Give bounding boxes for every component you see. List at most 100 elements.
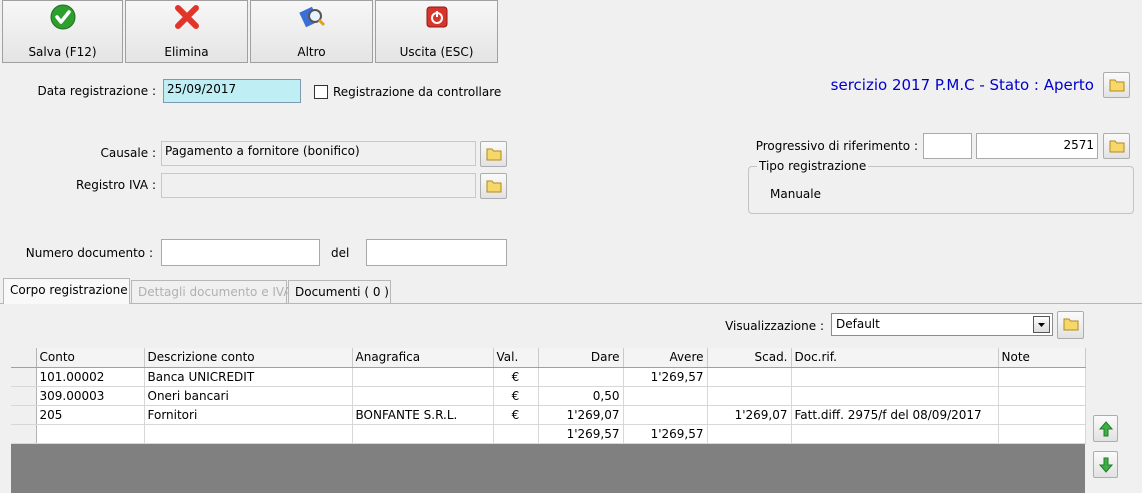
grid-empty-area xyxy=(11,444,1085,493)
cell-anagrafica[interactable] xyxy=(352,367,494,387)
column-header[interactable]: Note xyxy=(998,348,1086,368)
tipo-registrazione-value: Manuale xyxy=(770,187,821,201)
causale-field[interactable]: Pagamento a fornitore (bonifico) xyxy=(161,141,476,166)
row-selector-header xyxy=(11,348,37,368)
save-button[interactable]: Salva (F12) xyxy=(2,0,123,63)
totals-empty xyxy=(707,424,792,444)
del-date-input[interactable] xyxy=(366,239,507,266)
cell-scad[interactable] xyxy=(707,386,792,406)
other-label: Altro xyxy=(297,45,326,59)
total-avere: 1'269,57 xyxy=(623,424,708,444)
row-selector[interactable] xyxy=(11,367,37,387)
cell-avere[interactable] xyxy=(623,405,708,425)
totals-row: 1'269,57 1'269,57 xyxy=(11,424,1086,444)
arrow-up-icon xyxy=(1099,421,1113,437)
progressivo-folder-button[interactable] xyxy=(1103,133,1130,159)
cell-dare[interactable]: 0,50 xyxy=(538,386,624,406)
progressivo-input[interactable]: 2571 xyxy=(976,133,1098,159)
cell-docrif[interactable] xyxy=(791,386,999,406)
data-label: Data registrazione : xyxy=(37,84,156,98)
registro-label: Registro IVA : xyxy=(76,178,156,192)
controllare-label: Registrazione da controllare xyxy=(333,85,502,99)
causale-label: Causale : xyxy=(100,146,156,160)
tab-dettagli-documento[interactable]: Dettagli documento e IVA xyxy=(131,280,292,303)
folder-icon xyxy=(1109,79,1125,92)
folder-icon xyxy=(1063,318,1079,331)
tipo-registrazione-title: Tipo registrazione xyxy=(757,159,869,173)
search-book-icon xyxy=(298,3,326,31)
controllare-checkbox[interactable] xyxy=(314,85,328,99)
totals-empty xyxy=(493,424,539,444)
visualizzazione-folder-button[interactable] xyxy=(1057,311,1084,339)
progressivo-prefix-input[interactable] xyxy=(923,133,972,159)
column-header[interactable]: Val. xyxy=(493,348,539,368)
cell-note[interactable] xyxy=(998,405,1086,425)
cell-docrif[interactable] xyxy=(791,367,999,387)
column-header[interactable]: Conto xyxy=(36,348,145,368)
totals-empty xyxy=(144,424,353,444)
table-row[interactable]: 101.00002 Banca UNICREDIT € 1'269,57 xyxy=(11,367,1086,387)
cell-dare[interactable]: 1'269,07 xyxy=(538,405,624,425)
delete-x-icon xyxy=(173,3,201,31)
table-row[interactable]: 309.00003 Oneri bancari € 0,50 xyxy=(11,386,1086,406)
cell-anagrafica[interactable] xyxy=(352,386,494,406)
column-header[interactable]: Anagrafica xyxy=(352,348,494,368)
row-selector[interactable] xyxy=(11,386,37,406)
cell-anagrafica[interactable]: BONFANTE S.R.L. xyxy=(352,405,494,425)
move-down-button[interactable] xyxy=(1093,451,1118,478)
row-selector xyxy=(11,424,37,444)
totals-empty xyxy=(998,424,1086,444)
grid-header: Conto Descrizione conto Anagrafica Val. … xyxy=(11,348,1086,368)
column-header[interactable]: Dare xyxy=(538,348,624,368)
visualizzazione-select[interactable]: Default xyxy=(831,313,1053,336)
cell-note[interactable] xyxy=(998,367,1086,387)
other-button[interactable]: Altro xyxy=(250,0,373,63)
cell-val[interactable]: € xyxy=(493,386,539,406)
numero-label: Numero documento : xyxy=(25,246,153,260)
data-registrazione-input[interactable]: 25/09/2017 xyxy=(163,79,301,103)
cell-val[interactable]: € xyxy=(493,367,539,387)
registro-iva-field[interactable] xyxy=(161,173,476,198)
exercise-status: sercizio 2017 P.M.C - Stato : Aperto xyxy=(830,76,1094,94)
column-header[interactable]: Doc.rif. xyxy=(791,348,999,368)
column-header[interactable]: Scad. xyxy=(707,348,792,368)
cell-scad[interactable]: 1'269,07 xyxy=(707,405,792,425)
cell-conto[interactable]: 309.00003 xyxy=(36,386,145,406)
exit-label: Uscita (ESC) xyxy=(399,45,474,59)
cell-descrizione[interactable]: Oneri bancari xyxy=(144,386,353,406)
exercise-folder-button[interactable] xyxy=(1103,72,1130,98)
cell-scad[interactable] xyxy=(707,367,792,387)
registro-folder-button[interactable] xyxy=(480,173,507,199)
cell-conto[interactable]: 205 xyxy=(36,405,145,425)
cell-note[interactable] xyxy=(998,386,1086,406)
cell-docrif[interactable]: Fatt.diff. 2975/f del 08/09/2017 xyxy=(791,405,999,425)
tab-corpo-registrazione[interactable]: Corpo registrazione xyxy=(3,278,130,304)
tab-documenti[interactable]: Documenti ( 0 ) xyxy=(288,280,391,303)
exit-button[interactable]: Uscita (ESC) xyxy=(375,0,498,63)
cell-avere[interactable]: 1'269,57 xyxy=(623,367,708,387)
cell-conto[interactable]: 101.00002 xyxy=(36,367,145,387)
registration-grid[interactable]: Conto Descrizione conto Anagrafica Val. … xyxy=(11,348,1086,444)
visualizzazione-label: Visualizzazione : xyxy=(725,319,824,333)
cell-dare[interactable] xyxy=(538,367,624,387)
cell-val[interactable]: € xyxy=(493,405,539,425)
table-row[interactable]: 205 Fornitori BONFANTE S.R.L. € 1'269,07… xyxy=(11,405,1086,425)
move-up-button[interactable] xyxy=(1093,415,1118,442)
save-label: Salva (F12) xyxy=(28,45,97,59)
row-selector[interactable] xyxy=(11,405,37,425)
causale-folder-button[interactable] xyxy=(480,141,507,167)
column-header[interactable]: Descrizione conto xyxy=(144,348,353,368)
folder-icon xyxy=(486,180,502,193)
total-dare: 1'269,57 xyxy=(538,424,624,444)
dropdown-arrow-icon[interactable] xyxy=(1033,316,1050,333)
cell-descrizione[interactable]: Fornitori xyxy=(144,405,353,425)
arrow-down-icon xyxy=(1099,457,1113,473)
progressivo-label: Progressivo di riferimento : xyxy=(755,139,918,153)
power-icon xyxy=(423,3,451,31)
column-header[interactable]: Avere xyxy=(623,348,708,368)
cell-avere[interactable] xyxy=(623,386,708,406)
cell-descrizione[interactable]: Banca UNICREDIT xyxy=(144,367,353,387)
checkmark-icon xyxy=(49,3,77,31)
delete-button[interactable]: Elimina xyxy=(125,0,248,63)
numero-documento-input[interactable] xyxy=(161,239,320,266)
